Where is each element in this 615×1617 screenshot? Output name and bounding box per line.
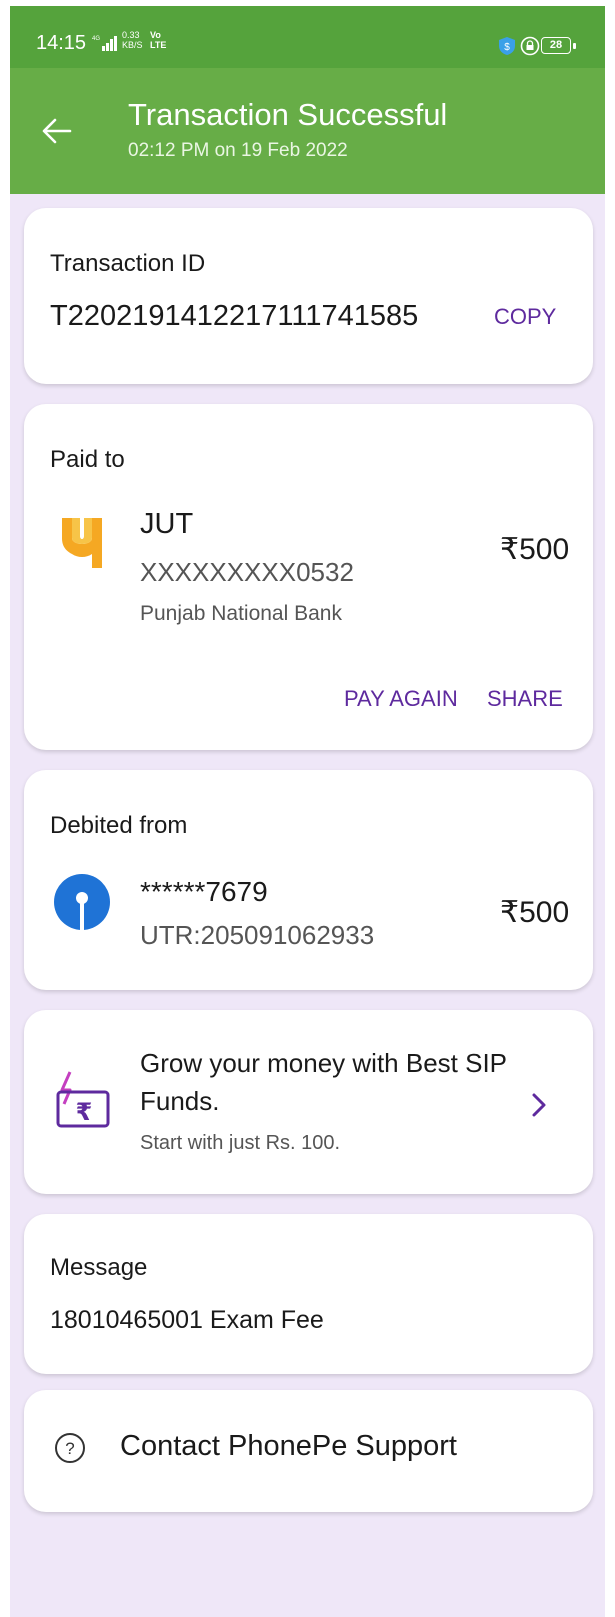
battery-indicator: 28 xyxy=(541,37,571,54)
chevron-right-icon[interactable] xyxy=(530,1092,548,1118)
transaction-id-value: T2202191412217111741585 xyxy=(50,300,419,332)
debited-amount: ₹500 xyxy=(500,896,570,929)
promo-subtext: Start with just Rs. 100. xyxy=(140,1132,341,1154)
contact-support-link[interactable]: Contact PhonePe Support xyxy=(120,1430,457,1463)
promo-line-1: Grow your money with Best SIP xyxy=(140,1048,508,1078)
payee-account: XXXXXXXXX0532 xyxy=(140,557,354,587)
svg-text:$: $ xyxy=(504,42,510,53)
status-time: 14:15 xyxy=(36,32,87,54)
battery-tip xyxy=(573,43,576,49)
lock-icon xyxy=(520,36,540,56)
debit-account: ******7679 xyxy=(140,876,268,907)
message-text: 18010465001 Exam Fee xyxy=(50,1306,324,1334)
page-title: Transaction Successful xyxy=(128,97,448,132)
paid-to-label: Paid to xyxy=(50,446,125,473)
volte-indicator: Vo LTE xyxy=(150,30,167,50)
message-label: Message xyxy=(50,1254,148,1281)
signal-icon: 4G xyxy=(92,36,117,51)
network-speed: 0.33 KB/S xyxy=(122,30,143,50)
svg-text:?: ? xyxy=(65,1439,74,1458)
help-icon: ? xyxy=(55,1433,85,1463)
svg-text:₹: ₹ xyxy=(76,1098,93,1126)
sbi-logo-icon xyxy=(54,874,110,930)
debited-from-card: Debited from ******7679 UTR:205091062933… xyxy=(24,770,593,990)
payee-bank: Punjab National Bank xyxy=(140,602,342,625)
message-card: Message 18010465001 Exam Fee xyxy=(24,1214,593,1374)
utr-number: UTR:205091062933 xyxy=(140,920,375,950)
shield-icon: $ xyxy=(499,37,515,55)
svg-text:4G: 4G xyxy=(92,36,100,42)
transaction-id-card: Transaction ID T2202191412217111741585 C… xyxy=(24,208,593,384)
sip-promo-card[interactable]: ₹ Grow your money with Best SIP Funds. S… xyxy=(24,1010,593,1194)
pay-again-button[interactable]: PAY AGAIN xyxy=(344,686,458,712)
promo-line-2: Funds. xyxy=(140,1086,220,1116)
paid-to-card: Paid to JUT XXXXXXXXX0532 Punjab Nationa… xyxy=(24,404,593,750)
app-bar: Transaction Successful 02:12 PM on 19 Fe… xyxy=(10,68,605,194)
status-bar: 14:15 4G 0.33 KB/S Vo LTE $ 28 xyxy=(10,6,605,68)
transaction-id-label: Transaction ID xyxy=(50,250,206,277)
copy-button[interactable]: COPY xyxy=(494,304,556,330)
back-arrow-icon[interactable] xyxy=(40,114,74,148)
page-subtitle: 02:12 PM on 19 Feb 2022 xyxy=(128,140,348,161)
bank-logo-icon xyxy=(62,518,102,568)
share-button[interactable]: SHARE xyxy=(487,686,563,712)
rupee-fund-icon: ₹ xyxy=(56,1071,110,1128)
paid-amount: ₹500 xyxy=(500,533,570,566)
support-card[interactable]: ? Contact PhonePe Support xyxy=(24,1390,593,1512)
payee-name: JUT xyxy=(140,508,194,540)
phone-screen: 14:15 4G 0.33 KB/S Vo LTE $ 28 Transacti… xyxy=(10,6,605,1617)
debited-from-label: Debited from xyxy=(50,812,188,839)
